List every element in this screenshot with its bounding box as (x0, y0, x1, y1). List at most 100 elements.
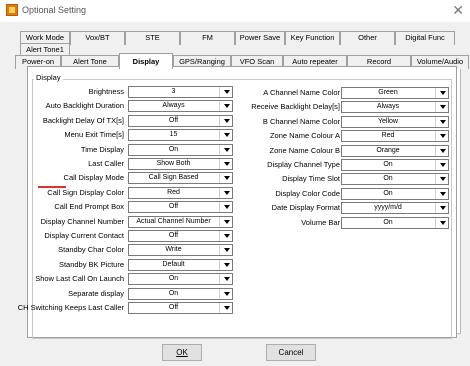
left-label-auto-backlight-duration: Auto Backlight Duration (45, 101, 124, 111)
right-label-zone-name-colour-a: Zone Name Colour A (269, 131, 340, 141)
volume-bar-select[interactable]: On (341, 216, 449, 229)
chevron-down-icon[interactable] (219, 245, 232, 256)
chevron-down-icon[interactable] (435, 217, 448, 228)
chevron-down-icon[interactable] (219, 159, 232, 169)
tab-other[interactable]: Other (340, 31, 395, 45)
ok-button[interactable]: OK (162, 344, 202, 361)
standby-bk-picture-select[interactable]: Default (128, 258, 233, 271)
display-current-contact-value: Off (168, 232, 179, 239)
receive-backlight-delay-s-select[interactable]: Always (341, 101, 449, 114)
call-display-mode-value: Call Sign Based (148, 174, 199, 182)
a-channel-name-color-select[interactable]: Green (341, 87, 449, 99)
chevron-down-icon[interactable] (435, 88, 448, 98)
chevron-down-icon[interactable] (435, 116, 448, 127)
ch-switching-keeps-last-caller-select[interactable]: Off (128, 302, 233, 314)
chevron-down-icon[interactable] (435, 174, 448, 185)
brightness-select[interactable]: 3 (128, 86, 233, 98)
display-channel-type-select[interactable]: On (341, 159, 449, 171)
chevron-down-icon[interactable] (219, 144, 232, 155)
right-label-display-color-code: Display Color Code (275, 188, 340, 198)
date-display-format-value: yyyy/m/d (374, 204, 402, 212)
menu-exit-time-s-value: 15 (169, 131, 178, 139)
chevron-down-icon[interactable] (435, 188, 448, 199)
chevron-down-icon[interactable] (219, 274, 232, 285)
title-bar: Optional Setting ✕ (0, 0, 470, 22)
chevron-down-icon[interactable] (219, 216, 232, 227)
right-label-a-channel-name-color: A Channel Name Color (263, 88, 340, 97)
display-channel-number-value: Actual Channel Number (136, 217, 211, 225)
auto-backlight-duration-select[interactable]: Always (128, 100, 233, 113)
chevron-down-icon[interactable] (435, 160, 448, 170)
menu-exit-time-s-select[interactable]: 15 (128, 129, 233, 142)
tab-fm[interactable]: FM (180, 31, 235, 45)
left-label-menu-exit-time-s: Menu Exit Time[s] (64, 130, 124, 140)
call-end-prompt-box-value: Off (168, 203, 179, 211)
last-caller-select[interactable]: Show Both (128, 158, 233, 170)
cancel-button-label: Cancel (278, 348, 304, 357)
chevron-down-icon[interactable] (435, 102, 448, 113)
standby-char-color-select[interactable]: Write (128, 244, 233, 257)
display-channel-type-value: On (383, 161, 393, 168)
left-label-last-caller: Last Caller (88, 159, 124, 168)
volume-bar-value: On (383, 218, 393, 226)
separate-display-select[interactable]: On (128, 287, 233, 300)
tab-row-1: Work Mode Vox/BT STE FM Power Save Key F… (20, 31, 455, 45)
display-color-code-value: On (383, 189, 393, 197)
a-channel-name-color-value: Green (378, 89, 398, 96)
display-time-slot-select[interactable]: On (341, 173, 449, 186)
zone-name-colour-a-select[interactable]: Red (341, 130, 449, 143)
display-current-contact-select[interactable]: Off (128, 230, 233, 242)
highlight-line (38, 186, 66, 188)
left-label-standby-char-color: Standby Char Color (58, 245, 124, 255)
chevron-down-icon[interactable] (219, 173, 232, 184)
chevron-down-icon[interactable] (435, 203, 448, 214)
b-channel-name-color-select[interactable]: Yellow (341, 115, 449, 128)
group-title: Display (34, 73, 63, 82)
tab-ste[interactable]: STE (125, 31, 180, 45)
tab-vox-bt[interactable]: Vox/BT (70, 31, 125, 45)
window-title: Optional Setting (22, 5, 87, 15)
auto-backlight-duration-value: Always (162, 102, 185, 110)
chevron-down-icon[interactable] (219, 303, 232, 313)
left-label-standby-bk-picture: Standby BK Picture (58, 259, 124, 269)
chevron-down-icon[interactable] (435, 131, 448, 142)
chevron-down-icon[interactable] (219, 130, 232, 141)
show-last-call-on-launch-select[interactable]: On (128, 273, 233, 286)
chevron-down-icon[interactable] (219, 231, 232, 241)
left-label-display-channel-number: Display Channel Number (40, 216, 124, 226)
chevron-down-icon[interactable] (219, 115, 232, 126)
date-display-format-select[interactable]: yyyy/m/d (341, 202, 449, 215)
b-channel-name-color-value: Yellow (378, 117, 398, 125)
app-icon (6, 4, 18, 16)
chevron-down-icon[interactable] (219, 259, 232, 270)
chevron-down-icon[interactable] (219, 187, 232, 198)
chevron-down-icon[interactable] (219, 101, 232, 112)
tab-digital-func[interactable]: Digital Func (395, 31, 455, 45)
ch-switching-keeps-last-caller-value: Off (168, 304, 179, 311)
last-caller-value: Show Both (156, 160, 191, 167)
ok-button-label: OK (176, 348, 188, 357)
tab-key-function[interactable]: Key Function (285, 31, 340, 45)
zone-name-colour-b-value: Orange (376, 146, 400, 154)
left-label-show-last-call-on-launch: Show Last Call On Launch (35, 274, 124, 284)
backlight-delay-of-tx-s-select[interactable]: Off (128, 114, 233, 127)
chevron-down-icon[interactable] (219, 202, 232, 213)
call-end-prompt-box-select[interactable]: Off (128, 201, 233, 214)
cancel-button[interactable]: Cancel (266, 344, 316, 361)
right-label-zone-name-colour-b: Zone Name Colour B (269, 145, 340, 155)
left-label-call-sign-display-color: Call Sign Display Color (47, 187, 124, 197)
display-color-code-select[interactable]: On (341, 187, 449, 200)
tab-display[interactable]: Display (119, 53, 173, 69)
left-label-backlight-delay-of-tx-s: Backlight Delay Of TX[s] (42, 115, 124, 125)
tab-power-save[interactable]: Power Save (235, 31, 285, 45)
call-sign-display-color-select[interactable]: Red (128, 186, 233, 199)
display-channel-number-select[interactable]: Actual Channel Number (128, 215, 233, 228)
chevron-down-icon[interactable] (219, 87, 232, 97)
close-icon[interactable]: ✕ (452, 2, 464, 18)
left-label-display-current-contact: Display Current Contact (44, 231, 124, 240)
call-display-mode-select[interactable]: Call Sign Based (128, 172, 233, 185)
chevron-down-icon[interactable] (435, 145, 448, 156)
zone-name-colour-b-select[interactable]: Orange (341, 144, 449, 157)
chevron-down-icon[interactable] (219, 288, 232, 299)
time-display-select[interactable]: On (128, 143, 233, 156)
